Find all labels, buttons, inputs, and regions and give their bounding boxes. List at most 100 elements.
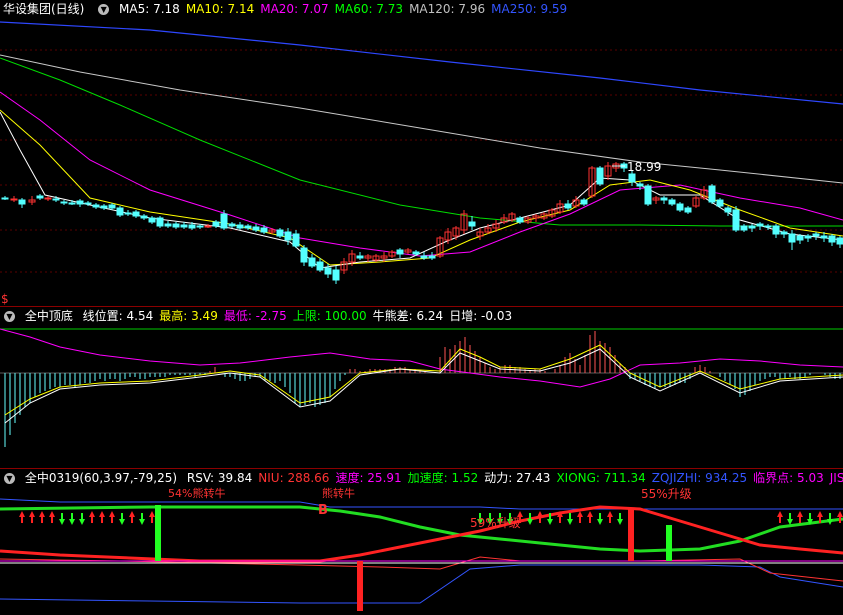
candle-body bbox=[732, 209, 740, 231]
candle-body bbox=[804, 235, 812, 239]
candle-body bbox=[596, 167, 604, 185]
up-arrow-icon bbox=[837, 511, 843, 517]
up-arrow-icon bbox=[797, 511, 803, 517]
ma5-line bbox=[0, 111, 843, 269]
candle-body bbox=[132, 211, 140, 217]
candle-body bbox=[636, 183, 644, 187]
candle-body bbox=[76, 200, 84, 205]
candle-body bbox=[156, 217, 164, 227]
up-arrow-icon bbox=[607, 511, 613, 517]
candle-body bbox=[468, 221, 476, 227]
up-arrow-icon bbox=[99, 511, 105, 517]
candle-body bbox=[748, 225, 756, 229]
candle-body bbox=[140, 215, 148, 219]
annotation-bear-to-bull-54: 54%熊转牛 bbox=[168, 487, 226, 500]
candle-body bbox=[428, 255, 436, 259]
candle-body bbox=[108, 204, 116, 209]
flag-label: $ bbox=[1, 292, 9, 306]
candle-body bbox=[284, 231, 292, 241]
candle-body bbox=[10, 198, 18, 201]
candle-body bbox=[668, 199, 676, 205]
up-arrow-icon bbox=[149, 511, 155, 517]
signal-line bbox=[4, 344, 843, 416]
candle-body bbox=[92, 204, 100, 208]
down-arrow-icon bbox=[617, 519, 623, 525]
down-arrow-icon bbox=[567, 519, 573, 525]
down-arrow-icon bbox=[59, 519, 65, 525]
candle-body bbox=[772, 225, 780, 235]
candle-body bbox=[580, 199, 588, 205]
candle-body bbox=[204, 225, 212, 228]
candle-body bbox=[188, 224, 196, 229]
candle-body bbox=[52, 198, 60, 201]
up-arrow-icon bbox=[129, 511, 135, 517]
candle-body bbox=[708, 185, 716, 203]
candle-body bbox=[212, 221, 220, 227]
candle-body bbox=[172, 223, 180, 228]
indicator-panel-1[interactable]: ▼ 全中顶底 线位置: 4.54 最高: 3.49 最低: -2.75 上限: 100… bbox=[0, 307, 843, 468]
position-line bbox=[4, 348, 843, 424]
candle-body bbox=[164, 223, 172, 227]
signal-bar bbox=[666, 525, 672, 561]
down-arrow-icon bbox=[119, 519, 125, 525]
signal-bar bbox=[357, 561, 363, 611]
candle-body bbox=[396, 249, 404, 255]
candle-body bbox=[252, 226, 260, 231]
annotation-upgrade-59: 59%升级 bbox=[470, 516, 521, 530]
candle-body bbox=[196, 225, 204, 228]
indicator-panel-2[interactable]: ▼ 全中0319(60,3.97,-79,25) RSV: 39.84 NIU: … bbox=[0, 469, 843, 615]
candle-body bbox=[684, 207, 692, 213]
candle-body bbox=[660, 197, 668, 201]
up-arrow-icon bbox=[89, 511, 95, 517]
candle-body bbox=[244, 225, 252, 229]
xiong-line bbox=[0, 505, 843, 553]
candle-body bbox=[644, 185, 652, 205]
candle-body bbox=[236, 224, 244, 229]
candle-body bbox=[828, 235, 836, 243]
candle-body bbox=[740, 225, 748, 231]
indicator-2-chart[interactable] bbox=[0, 469, 843, 615]
up-arrow-icon bbox=[19, 511, 25, 517]
candle-body bbox=[724, 207, 732, 213]
candle-body bbox=[564, 203, 572, 209]
candle-body bbox=[676, 203, 684, 211]
up-arrow-icon bbox=[587, 511, 593, 517]
indicator-1-chart[interactable] bbox=[0, 307, 843, 468]
up-arrow-icon bbox=[109, 511, 115, 517]
candle-body bbox=[356, 255, 364, 259]
candle-body bbox=[324, 267, 332, 275]
ma20-line bbox=[0, 91, 843, 257]
candle-body bbox=[148, 217, 156, 223]
candle-body bbox=[820, 235, 828, 239]
down-arrow-icon bbox=[527, 519, 533, 525]
candle-body bbox=[276, 229, 284, 237]
candle-body bbox=[412, 251, 420, 255]
candle-body bbox=[36, 195, 44, 199]
lower-band-line bbox=[0, 564, 843, 604]
ma10-line bbox=[0, 109, 843, 266]
candlestick-chart[interactable] bbox=[0, 0, 843, 306]
up-arrow-icon bbox=[39, 511, 45, 517]
candle-body bbox=[292, 233, 300, 247]
candle-body bbox=[228, 223, 236, 227]
candle-body bbox=[220, 213, 228, 229]
candle-body bbox=[764, 225, 772, 228]
candle-body bbox=[116, 207, 124, 216]
main-chart-panel[interactable]: 华设集团(日线) ▼ MA5: 7.18 MA10: 7.14 MA20: 7.07… bbox=[0, 0, 843, 306]
candle-body bbox=[716, 199, 724, 207]
candle-body bbox=[788, 233, 796, 243]
high-price-label: 18.99 bbox=[627, 160, 662, 174]
candle-body bbox=[316, 261, 324, 271]
signal-bar bbox=[628, 509, 634, 561]
signal-bar bbox=[155, 505, 161, 561]
down-arrow-icon bbox=[139, 519, 145, 525]
candle-body bbox=[300, 247, 308, 263]
up-arrow-icon bbox=[29, 511, 35, 517]
candle-body bbox=[332, 269, 340, 281]
annotation-b: B bbox=[318, 503, 328, 518]
ma250-line bbox=[0, 21, 843, 105]
candle-body bbox=[60, 201, 68, 204]
candle-body bbox=[18, 199, 26, 205]
candle-body bbox=[836, 237, 843, 245]
down-arrow-icon bbox=[597, 519, 603, 525]
